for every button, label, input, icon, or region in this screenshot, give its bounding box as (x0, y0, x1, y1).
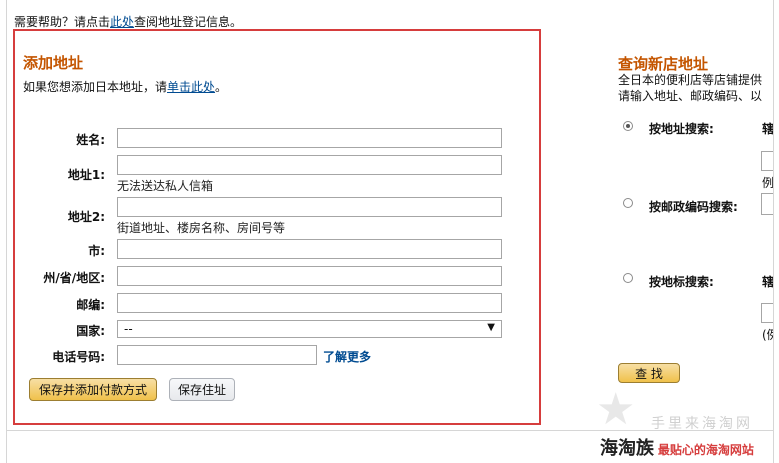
address1-input[interactable] (117, 155, 502, 175)
address-search-input[interactable] (761, 151, 773, 171)
intro-prefix: 如果您想添加日本地址，请 (23, 80, 168, 94)
address2-input[interactable] (117, 197, 502, 217)
find-store-desc-2: 请输入地址、邮政编码、以 (618, 89, 763, 103)
help-suffix: 查阅地址登记信息。 (134, 15, 243, 29)
learn-more-link[interactable]: 了解更多 (323, 348, 371, 365)
help-link[interactable]: 此处 (110, 15, 134, 29)
postal-search-input[interactable] (761, 193, 773, 215)
postal-label: 邮编: (76, 298, 105, 312)
radio-landmark-search[interactable] (623, 273, 633, 283)
landmark-search-extra: 辖 (762, 275, 773, 289)
country-label: 国家: (76, 324, 105, 338)
help-text: 需要帮助？请点击此处查阅地址登记信息。 (14, 13, 242, 30)
address2-hint: 街道地址、楼房名称、房间号等 (117, 221, 286, 235)
jp-address-link[interactable]: 单击此处 (167, 80, 215, 94)
postal-input[interactable] (117, 293, 502, 313)
state-input[interactable] (117, 266, 502, 286)
watermark-star-icon: ★ (596, 384, 636, 435)
landmark-search-input[interactable] (761, 303, 773, 323)
address2-label: 地址2: (67, 210, 105, 224)
watermark-brand-name: 海淘族 (600, 438, 654, 459)
intro-suffix: 。 (215, 80, 228, 94)
address-search-example: 例 (762, 176, 773, 190)
name-label: 姓名: (76, 133, 105, 147)
phone-label: 电话号码: (52, 350, 105, 364)
watermark-slogan: 最贴心的海淘网站 (657, 443, 754, 457)
address-search-label: 按地址搜索: (649, 122, 714, 136)
frame-left-line (6, 0, 7, 463)
city-label: 市: (88, 244, 105, 258)
country-selected-value: -- (124, 322, 133, 336)
landmark-search-example: (例 (762, 328, 773, 342)
address1-hint: 无法送达私人信箱 (117, 179, 214, 193)
country-select[interactable]: -- ▼ (117, 320, 502, 338)
city-input[interactable] (117, 239, 502, 259)
address-search-extra: 辖 (762, 122, 773, 136)
find-store-panel: 查询新店地址 全日本的便利店等店铺提供 请输入地址、邮政编码、以 按地址搜索: … (617, 50, 773, 410)
radio-address-search[interactable] (623, 121, 633, 131)
watermark-top-text: 手里来海淘网 (651, 416, 753, 432)
chevron-down-icon: ▼ (487, 322, 495, 333)
frame-right-line (773, 0, 774, 463)
find-store-desc-1: 全日本的便利店等店铺提供 (618, 73, 763, 87)
radio-postal-search[interactable] (623, 198, 633, 208)
state-label: 州/省/地区: (43, 271, 105, 285)
help-prefix: 需要帮助？请点击 (14, 15, 111, 29)
phone-input[interactable] (117, 345, 317, 365)
watermark-brand: 海淘族 最贴心的海淘网站 (600, 434, 754, 460)
save-address-button[interactable]: 保存住址 (169, 378, 235, 401)
postal-search-label: 按邮政编码搜索: (649, 200, 738, 214)
save-and-add-payment-button[interactable]: 保存并添加付款方式 (29, 378, 157, 401)
name-input[interactable] (117, 128, 502, 148)
address1-label: 地址1: (67, 168, 105, 182)
add-address-intro: 如果您想添加日本地址，请单击此处。 (23, 78, 227, 95)
add-address-title: 添加地址 (23, 54, 84, 72)
landmark-search-label: 按地标搜索: (649, 275, 714, 289)
find-button[interactable]: 查 找 (618, 363, 680, 383)
